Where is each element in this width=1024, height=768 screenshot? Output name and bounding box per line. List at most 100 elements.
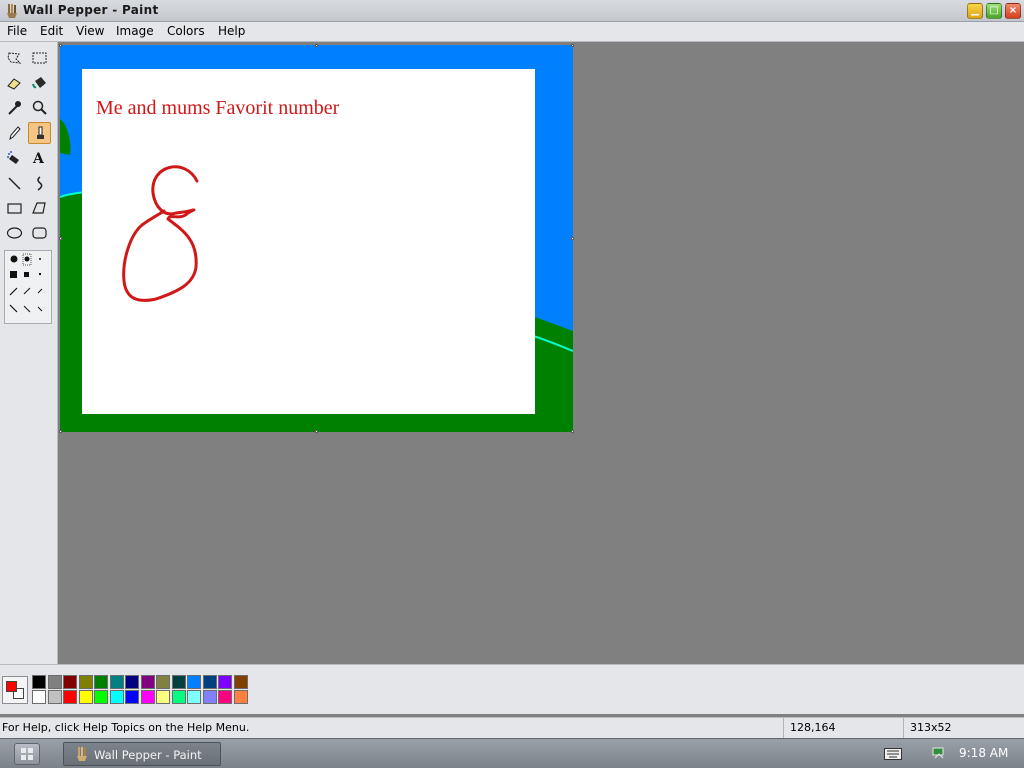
free-form-select-icon <box>7 52 22 64</box>
eraser-tool[interactable] <box>3 72 26 94</box>
eraser-icon <box>7 78 21 90</box>
color-swatch[interactable] <box>125 690 139 704</box>
color-swatch[interactable] <box>78 675 93 689</box>
window-title: Wall Pepper - Paint <box>23 3 159 17</box>
close-button[interactable]: × <box>1005 3 1021 19</box>
color-swatch[interactable] <box>32 690 46 704</box>
magnifier-icon <box>32 100 47 115</box>
rectangle-tool[interactable] <box>3 197 26 219</box>
color-swatch[interactable] <box>202 675 217 689</box>
color-swatch[interactable] <box>109 675 124 689</box>
rectangle-select-tool[interactable] <box>28 47 51 69</box>
color-swatch[interactable] <box>47 690 62 704</box>
keyboard-icon[interactable] <box>884 748 902 760</box>
brush-tool[interactable] <box>28 122 51 144</box>
brush-icon <box>37 126 44 139</box>
clock: 9:18 AM <box>959 746 1009 760</box>
brush-options-box[interactable] <box>4 250 52 324</box>
color-swatch[interactable] <box>94 675 108 689</box>
maximize-icon: □ <box>989 5 999 16</box>
canvas-text: Me and mums Favorit number <box>96 97 340 119</box>
color-swatch[interactable] <box>187 675 201 689</box>
line-tool[interactable] <box>3 172 26 194</box>
status-selection-size: 313x52 <box>903 718 1021 738</box>
free-form-select-tool[interactable] <box>3 47 26 69</box>
menu-image[interactable]: Image <box>113 24 157 38</box>
color-swatch[interactable] <box>63 675 77 689</box>
color-swatch[interactable] <box>171 690 186 704</box>
svg-text:A: A <box>32 151 45 166</box>
color-swatch[interactable] <box>202 690 217 704</box>
color-swatch[interactable] <box>140 690 155 704</box>
color-swatch[interactable] <box>109 690 124 704</box>
resize-handle[interactable] <box>315 44 318 47</box>
color-swatch[interactable] <box>171 675 186 689</box>
network-icon[interactable] <box>931 745 947 761</box>
color-swatch[interactable] <box>94 690 108 704</box>
start-menu-icon <box>21 748 33 760</box>
color-swatch[interactable] <box>32 675 46 689</box>
brush-shape-options-icon <box>9 253 43 313</box>
color-picker-tool[interactable] <box>3 97 26 119</box>
resize-handle[interactable] <box>571 237 574 240</box>
text-tool[interactable]: A <box>28 147 51 169</box>
foreground-color <box>6 681 17 692</box>
curve-icon <box>37 176 43 191</box>
resize-handle[interactable] <box>315 430 318 433</box>
line-icon <box>8 177 21 190</box>
color-swatch[interactable] <box>78 690 93 704</box>
color-swatch[interactable] <box>233 690 248 704</box>
airbrush-tool[interactable] <box>3 147 26 169</box>
color-swatch[interactable] <box>233 675 248 689</box>
color-swatch[interactable] <box>47 675 62 689</box>
rounded-rectangle-icon <box>32 227 47 239</box>
color-swatch[interactable] <box>140 675 155 689</box>
menu-edit[interactable]: Edit <box>37 24 66 38</box>
minimize-button[interactable]: ▁ <box>967 3 983 19</box>
maximize-button[interactable]: □ <box>986 3 1002 19</box>
rounded-rectangle-tool[interactable] <box>28 222 51 244</box>
color-palette <box>0 664 1024 714</box>
color-swatch[interactable] <box>156 690 170 704</box>
rectangle-select-icon <box>32 52 47 64</box>
minimize-icon: ▁ <box>971 5 979 16</box>
resize-handle[interactable] <box>571 430 574 433</box>
fill-tool[interactable] <box>28 72 51 94</box>
start-button[interactable] <box>14 743 40 765</box>
fill-bucket-icon <box>32 77 46 89</box>
polygon-icon <box>32 202 46 214</box>
curve-tool[interactable] <box>28 172 51 194</box>
color-swatch[interactable] <box>125 675 139 689</box>
color-swatch[interactable] <box>187 690 201 704</box>
resize-handle[interactable] <box>59 430 62 433</box>
close-icon: × <box>1008 5 1018 16</box>
rectangle-icon <box>7 203 22 214</box>
status-cursor-position: 128,164 <box>783 718 901 738</box>
current-colors[interactable] <box>2 676 28 704</box>
text-icon: A <box>32 151 45 166</box>
taskbar: Wall Pepper - Paint 9:18 AM <box>0 738 1024 768</box>
polygon-tool[interactable] <box>28 197 51 219</box>
taskbar-item-paint[interactable]: Wall Pepper - Paint <box>63 742 221 766</box>
resize-handle[interactable] <box>59 44 62 47</box>
color-swatch[interactable] <box>218 690 232 704</box>
resize-handle[interactable] <box>571 44 574 47</box>
menu-view[interactable]: View <box>73 24 107 38</box>
color-picker-icon <box>8 101 21 115</box>
color-swatch[interactable] <box>156 675 170 689</box>
color-swatch[interactable] <box>218 675 232 689</box>
menu-file[interactable]: File <box>4 24 30 38</box>
pencil-tool[interactable] <box>3 122 26 144</box>
taskbar-item-label: Wall Pepper - Paint <box>94 748 202 762</box>
menu-help[interactable]: Help <box>215 24 248 38</box>
paint-app-icon <box>7 4 17 18</box>
resize-handle[interactable] <box>59 237 62 240</box>
menu-colors[interactable]: Colors <box>164 24 208 38</box>
pencil-icon <box>9 126 21 141</box>
color-swatch[interactable] <box>63 690 77 704</box>
title-bar: Wall Pepper - Paint ▁ □ × <box>0 0 1024 22</box>
ellipse-icon <box>6 227 23 239</box>
drawing-canvas[interactable]: Me and mums Favorit number <box>59 44 574 433</box>
ellipse-tool[interactable] <box>3 222 26 244</box>
magnifier-tool[interactable] <box>28 97 51 119</box>
